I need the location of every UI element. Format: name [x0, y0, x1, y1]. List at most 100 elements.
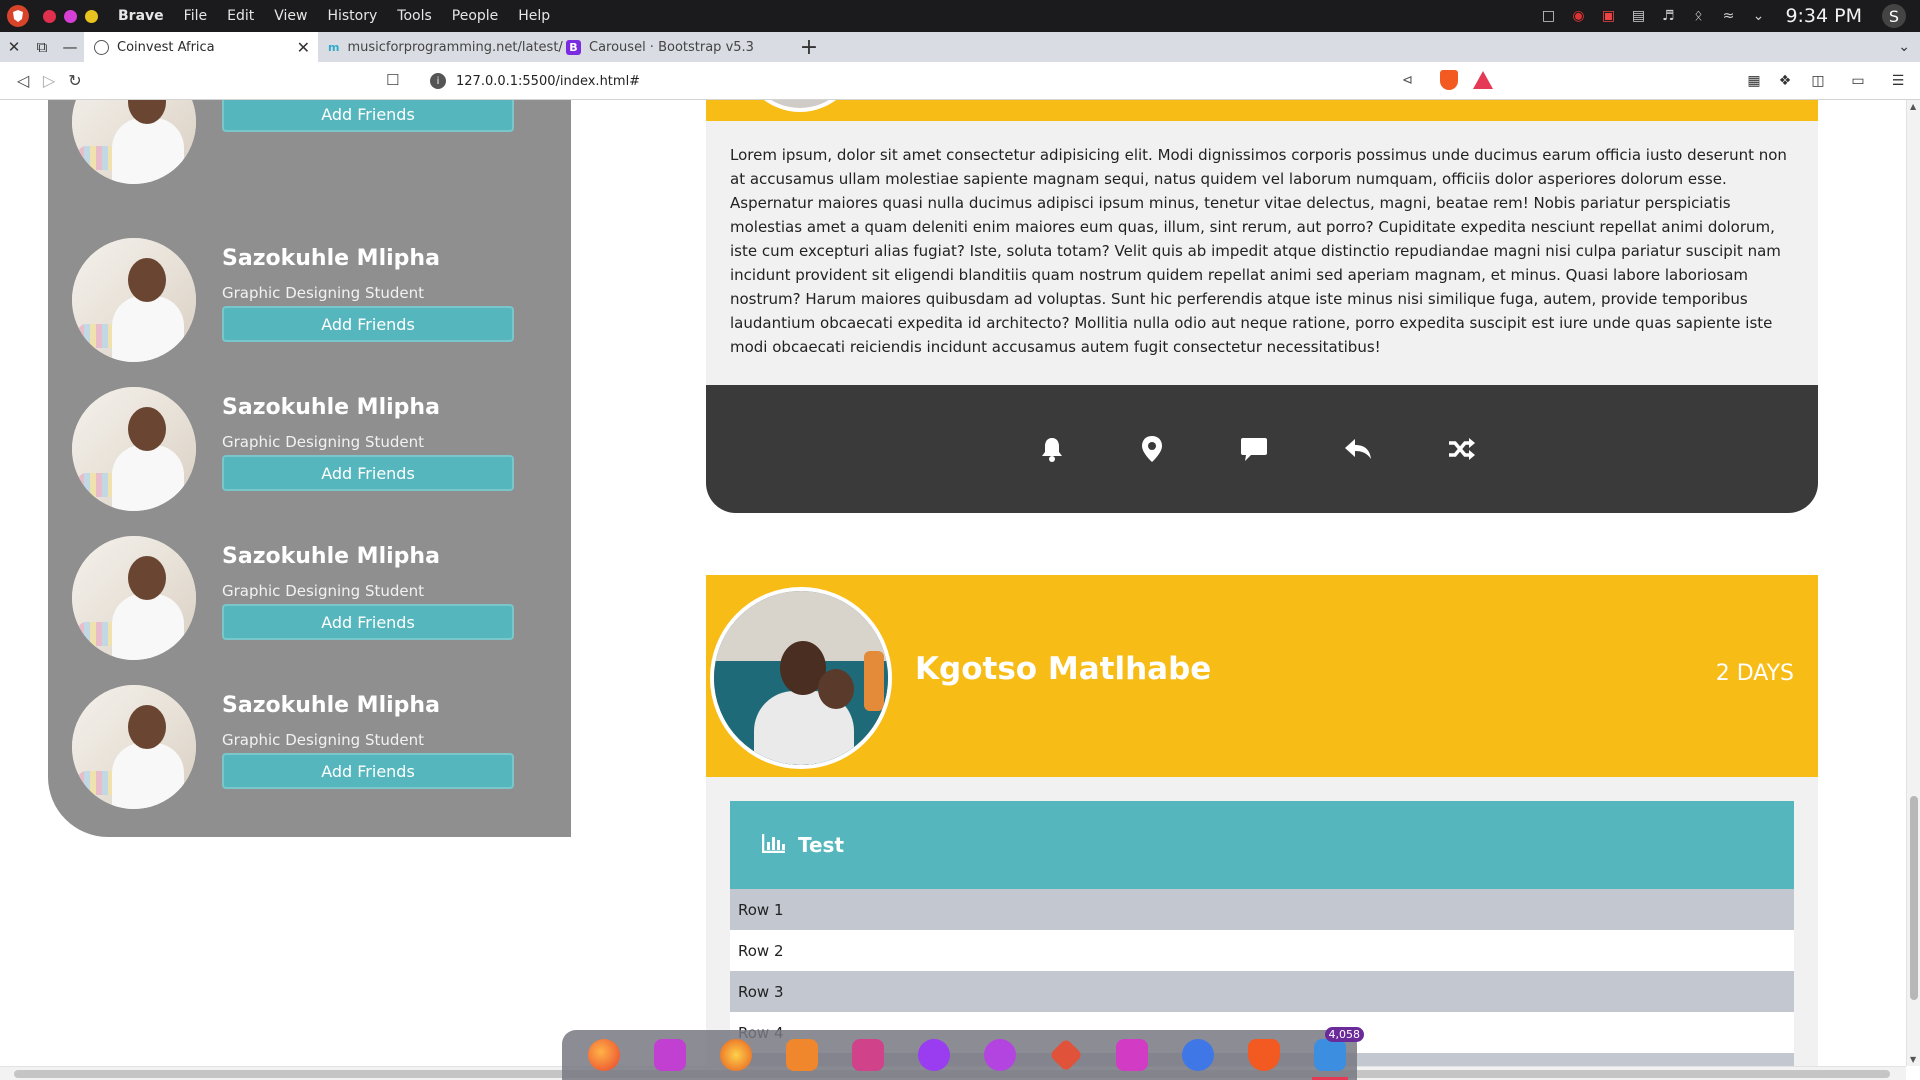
scroll-down-icon[interactable]: ▼	[1910, 1055, 1916, 1064]
brave-icon[interactable]	[1242, 1033, 1286, 1077]
system-tray: □ ◉ ▣ ▤ ♬ ᛟ ≈ ⌄ 9:34 PM S	[1539, 0, 1920, 32]
back-button[interactable]: ◁	[10, 68, 36, 94]
page-viewport: Add Friends Sazokuhle Mlipha Graphic Des…	[0, 100, 1906, 1066]
friend-card: Sazokuhle Mlipha Graphic Designing Stude…	[72, 238, 552, 368]
friend-name[interactable]: Sazokuhle Mlipha	[222, 693, 440, 718]
post-header: Kgotso Matlhabe 2 DAYS	[706, 575, 1818, 777]
brave-logo-icon[interactable]	[7, 5, 29, 27]
store-icon[interactable]	[1110, 1033, 1154, 1077]
tab-bootstrap-carousel[interactable]: B Carousel · Bootstrap v5.3	[556, 32, 794, 62]
settings-sliders-icon[interactable]	[846, 1033, 890, 1077]
shuffle-icon[interactable]	[1442, 429, 1482, 469]
bluetooth-icon[interactable]: ᛟ	[1689, 7, 1707, 25]
add-friends-button[interactable]: Add Friends	[222, 604, 514, 640]
hamburger-menu-icon[interactable]: ☰	[1888, 71, 1908, 91]
menu-app-name[interactable]: Brave	[118, 8, 164, 24]
post-author-name[interactable]: Kgotso Matlhabe	[915, 651, 1211, 687]
brave-shield-icon[interactable]	[1440, 70, 1458, 90]
firefox-icon[interactable]	[582, 1033, 626, 1077]
table-row[interactable]: Row 1	[730, 889, 1794, 930]
wifi-icon[interactable]: ≈	[1719, 7, 1737, 25]
sidebar-toggle-icon[interactable]: ◫	[1808, 71, 1828, 91]
friend-avatar[interactable]	[72, 100, 196, 184]
git-icon[interactable]	[1044, 1033, 1088, 1077]
chevron-down-icon[interactable]: ⌄	[1749, 7, 1767, 25]
gear-icon[interactable]	[978, 1033, 1022, 1077]
restore-icon[interactable]: ⧉	[28, 32, 56, 62]
menu-view[interactable]: View	[274, 8, 307, 24]
maximize-window-button[interactable]	[64, 9, 77, 23]
terminal-icon[interactable]	[648, 1033, 692, 1077]
minimize-icon[interactable]: —	[56, 32, 84, 62]
notification-icon[interactable]: □	[1539, 7, 1557, 25]
add-friends-button[interactable]: Add Friends	[222, 455, 514, 491]
scrollbar-thumb[interactable]	[1910, 796, 1918, 1000]
menu-tools[interactable]: Tools	[397, 8, 432, 24]
menu-people[interactable]: People	[452, 8, 499, 24]
close-window-button[interactable]	[43, 9, 56, 23]
url-field[interactable]: i 127.0.0.1:5500/index.html#	[420, 67, 1428, 95]
volume-icon[interactable]: ♬	[1659, 7, 1677, 25]
friend-card: Sazokuhle Mlipha Graphic Designing Stude…	[72, 387, 552, 517]
friend-avatar[interactable]	[72, 685, 196, 809]
friend-role: Graphic Designing Student	[222, 582, 424, 600]
bell-icon[interactable]	[1032, 429, 1072, 469]
bookmark-icon[interactable]: ☐	[386, 71, 399, 89]
tab-title: Coinvest Africa	[117, 39, 215, 55]
add-friends-button[interactable]: Add Friends	[222, 100, 514, 132]
menu-help[interactable]: Help	[518, 8, 550, 24]
user-avatar[interactable]: S	[1882, 4, 1906, 28]
friend-name[interactable]: Sazokuhle Mlipha	[222, 246, 440, 271]
reader-mode-icon[interactable]: ▦	[1744, 71, 1764, 91]
menu-edit[interactable]: Edit	[227, 8, 254, 24]
clock[interactable]: 9:34 PM	[1785, 5, 1862, 27]
address-bar: ◁ ▷ ↻ ☐ i 127.0.0.1:5500/index.html# ⊲ ▦…	[0, 62, 1920, 100]
tab-musicforprogramming[interactable]: m musicforprogramming.net/latest/	[318, 32, 563, 62]
vertical-scrollbar[interactable]: ▲ ▼	[1906, 100, 1920, 1066]
new-tab-button[interactable]: +	[794, 35, 824, 60]
extensions-icon[interactable]: ❖	[1775, 71, 1795, 91]
s-app-icon[interactable]	[912, 1033, 956, 1077]
location-pin-icon[interactable]	[1132, 429, 1172, 469]
clipboard-icon[interactable]: ▤	[1629, 7, 1647, 25]
brave-rewards-icon[interactable]	[1473, 71, 1493, 89]
friend-avatar[interactable]	[72, 387, 196, 511]
friend-role: Graphic Designing Student	[222, 731, 424, 749]
tab-close-icon[interactable]: ✕	[297, 38, 310, 57]
post-author-avatar[interactable]	[710, 587, 892, 769]
site-info-icon[interactable]: i	[430, 73, 446, 89]
add-friends-button[interactable]: Add Friends	[222, 306, 514, 342]
vscode-icon[interactable]: 4,058	[1308, 1027, 1364, 1080]
add-friends-button[interactable]: Add Friends	[222, 753, 514, 789]
friend-name[interactable]: Sazokuhle Mlipha	[222, 395, 440, 420]
security-icon[interactable]: ◉	[1569, 7, 1587, 25]
reload-button[interactable]: ↻	[62, 68, 88, 94]
friend-name[interactable]: Sazokuhle Mlipha	[222, 544, 440, 569]
post-timestamp: 2 DAYS	[1715, 661, 1794, 686]
screen-record-icon[interactable]: ▣	[1599, 7, 1617, 25]
table-row[interactable]: Row 2	[730, 930, 1794, 971]
mail-icon[interactable]	[1176, 1033, 1220, 1077]
table-row[interactable]: Row 3	[730, 971, 1794, 1012]
tab-list-chevron-icon[interactable]: ⌄	[1898, 39, 1910, 55]
close-icon[interactable]: ✕	[0, 32, 28, 62]
friend-avatar[interactable]	[72, 238, 196, 362]
wallet-icon[interactable]: ▭	[1848, 71, 1868, 91]
share-icon[interactable]: ⊲	[1402, 73, 1413, 88]
menu-history[interactable]: History	[327, 8, 377, 24]
browser-icon[interactable]	[714, 1033, 758, 1077]
os-top-bar: Brave File Edit View History Tools Peopl…	[0, 0, 1920, 32]
friend-suggestions-panel: Add Friends Sazokuhle Mlipha Graphic Des…	[48, 100, 571, 837]
menu-file[interactable]: File	[184, 8, 207, 24]
friend-avatar[interactable]	[72, 536, 196, 660]
friend-role: Graphic Designing Student	[222, 433, 424, 451]
tab-title: Carousel · Bootstrap v5.3	[589, 39, 754, 55]
post-body: Test Row 1 Row 2 Row 3 Row 4	[706, 777, 1818, 1066]
reply-icon[interactable]	[1338, 429, 1378, 469]
comment-icon[interactable]	[1234, 429, 1274, 469]
minimize-window-button[interactable]	[85, 9, 98, 23]
forward-button[interactable]: ▷	[36, 68, 62, 94]
scroll-up-icon[interactable]: ▲	[1910, 102, 1916, 111]
tab-coinvest-africa[interactable]: Coinvest Africa ✕	[84, 32, 318, 62]
files-icon[interactable]	[780, 1033, 824, 1077]
